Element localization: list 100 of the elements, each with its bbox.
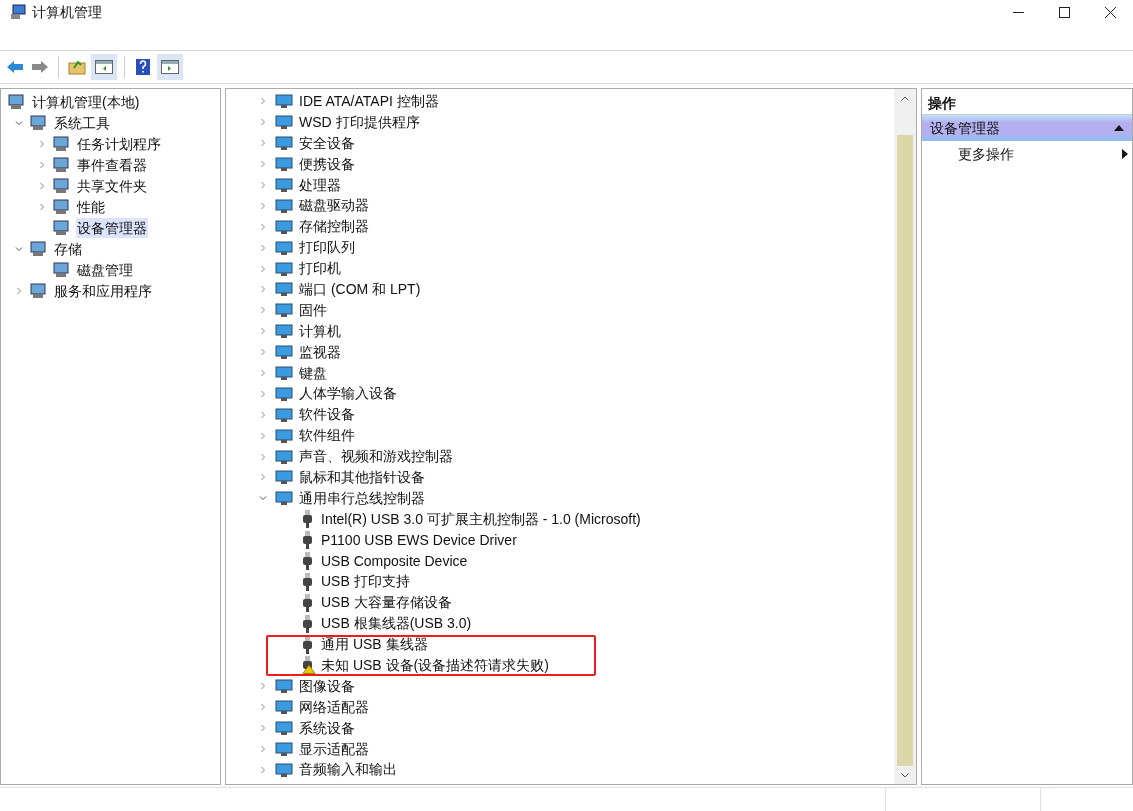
chevron-right-icon[interactable] [38,181,46,190]
chevron-right-icon[interactable] [259,682,267,691]
chevron-right-icon[interactable] [259,765,267,774]
device-item[interactable]: USB 大容量存储设备 [321,592,452,614]
chevron-right-icon[interactable] [259,703,267,712]
tree-node-icon [52,219,70,236]
chevron-down-icon[interactable] [259,494,267,503]
app-icon [10,4,26,20]
nav-tree-item[interactable]: 存储 [53,238,83,259]
tree-node-icon [52,156,70,173]
device-icon [275,177,293,193]
collapse-caret-icon[interactable] [1114,125,1124,131]
device-category[interactable]: 计算机 [299,320,341,342]
chevron-right-icon[interactable] [38,202,46,211]
device-category[interactable]: 软件组件 [299,425,355,447]
nav-tree-item[interactable]: 性能 [76,196,106,217]
nav-tree-item[interactable]: 任务计划程序 [76,133,162,154]
chevron-right-icon[interactable] [38,160,46,169]
device-category[interactable]: 存储控制器 [299,216,369,238]
device-category[interactable]: 软件设备 [299,404,355,426]
device-item[interactable]: Intel(R) USB 3.0 可扩展主机控制器 - 1.0 (Microsoft) [321,508,641,530]
chevron-right-icon[interactable] [38,139,46,148]
chevron-down-icon[interactable] [15,244,23,253]
show-hide-action-pane-button[interactable] [157,54,183,80]
chevron-right-icon[interactable] [259,97,267,106]
chevron-right-icon[interactable] [259,327,267,336]
device-category[interactable]: 处理器 [299,174,341,196]
submenu-caret-icon [1122,149,1128,159]
device-category[interactable]: 声音、视频和游戏控制器 [299,446,453,468]
chevron-right-icon[interactable] [259,473,267,482]
device-category[interactable]: 便携设备 [299,153,355,175]
device-item[interactable]: USB 打印支持 [321,571,410,593]
nav-tree-item[interactable]: 设备管理器 [76,217,148,238]
device-item[interactable]: USB Composite Device [321,550,468,572]
device-category[interactable]: 打印机 [299,258,341,280]
tree-node-icon [52,261,70,278]
device-item[interactable]: P1100 USB EWS Device Driver [321,529,517,551]
chevron-right-icon[interactable] [259,222,267,231]
actions-section-header[interactable]: 设备管理器 [922,115,1132,141]
device-category[interactable]: 图像设备 [299,675,355,697]
tree-node-icon [52,135,70,152]
device-category[interactable]: 端口 (COM 和 LPT) [299,278,421,300]
chevron-right-icon[interactable] [15,286,23,295]
device-category[interactable]: 安全设备 [299,132,355,154]
chevron-right-icon[interactable] [259,369,267,377]
chevron-right-icon[interactable] [259,181,267,189]
chevron-right-icon[interactable] [259,431,267,440]
device-category[interactable]: 人体学输入设备 [299,383,397,405]
chevron-right-icon[interactable] [259,745,267,754]
device-category[interactable]: 键盘 [299,362,327,384]
device-category[interactable]: 系统设备 [299,717,355,739]
scrollbar-thumb[interactable] [897,135,913,766]
device-category[interactable]: 音频输入和输出 [299,759,397,781]
device-icon [275,156,293,173]
chevron-right-icon[interactable] [259,724,267,733]
chevron-right-icon[interactable] [259,348,267,357]
device-item[interactable]: 通用 USB 集线器 [321,634,428,656]
device-category[interactable]: 磁盘驱动器 [299,195,369,217]
close-icon [1104,6,1116,18]
action-link[interactable]: 更多操作 [922,141,1132,167]
device-category[interactable]: 网络适配器 [299,696,369,718]
chevron-right-icon[interactable] [259,452,267,461]
chevron-right-icon[interactable] [259,306,267,315]
nav-tree-item[interactable]: 事件查看器 [76,154,148,175]
scroll-up-icon[interactable] [901,95,909,101]
chevron-right-icon[interactable] [259,201,267,210]
nav-tree-item[interactable]: 磁盘管理 [76,259,134,280]
device-category[interactable]: 打印队列 [299,237,355,259]
chevron-right-icon[interactable] [259,389,267,398]
nav-tree-item[interactable]: 共享文件夹 [76,175,148,196]
device-icon [275,720,293,737]
device-item[interactable]: 未知 USB 设备(设备描述符请求失败) [321,655,549,676]
device-category[interactable]: 固件 [299,299,327,321]
device-item[interactable]: USB 根集线器(USB 3.0) [321,613,472,635]
chevron-right-icon[interactable] [259,160,267,169]
device-category[interactable]: 鼠标和其他指针设备 [299,467,425,488]
device-category[interactable]: IDE ATA/ATAPI 控制器 [299,90,439,112]
device-category[interactable]: 通用串行总线控制器 [299,487,425,509]
chevron-right-icon[interactable] [259,264,267,273]
chevron-right-icon[interactable] [259,118,267,127]
chevron-down-icon[interactable] [15,118,23,127]
device-icon [275,427,293,444]
device-icon [275,469,293,486]
nav-tree-item[interactable]: 计算机管理(本地) [31,91,141,112]
device-category[interactable]: 监视器 [299,341,341,363]
device-icon [275,344,293,361]
nav-tree-item[interactable]: 服务和应用程序 [53,280,153,301]
show-hide-tree-button[interactable] [91,54,117,80]
chevron-right-icon[interactable] [259,139,267,148]
device-category[interactable]: 显示适配器 [299,738,369,760]
chevron-right-icon[interactable] [259,285,267,294]
chevron-right-icon[interactable] [259,243,267,252]
scrollbar[interactable] [894,89,916,784]
device-icon [275,761,293,778]
chevron-right-icon[interactable] [259,410,267,419]
device-category[interactable]: WSD 打印提供程序 [299,111,420,133]
scroll-down-icon[interactable] [901,772,909,778]
device-icon [275,281,293,298]
nav-tree-item[interactable]: 系统工具 [53,112,111,133]
device-icon [275,365,293,381]
